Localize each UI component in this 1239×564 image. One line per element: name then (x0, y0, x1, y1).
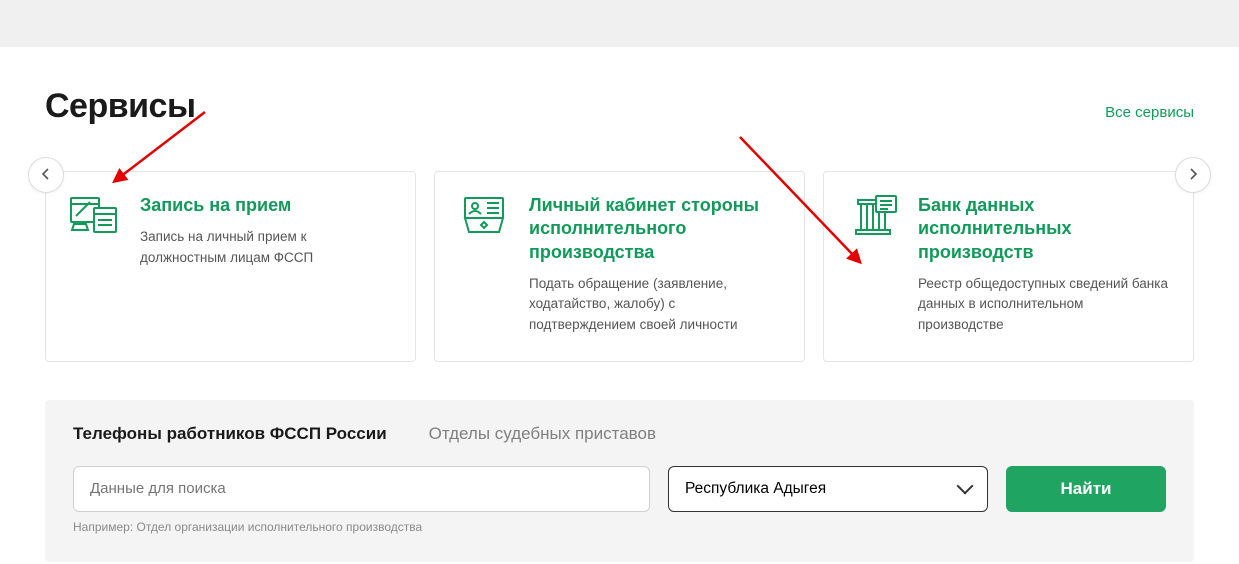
card-desc: Запись на личный прием к должностным лиц… (140, 227, 393, 268)
search-panel: Телефоны работников ФССП России Отделы с… (45, 400, 1194, 562)
chevron-right-icon (1189, 167, 1197, 183)
cabinet-icon (457, 194, 511, 236)
card-title: Банк данных исполнительных производств (918, 194, 1171, 264)
services-header: Сервисы Все сервисы (45, 87, 1194, 126)
service-card-databank[interactable]: Банк данных исполнительных производств Р… (823, 171, 1194, 362)
tab-departments[interactable]: Отделы судебных приставов (429, 424, 656, 444)
card-desc: Реестр общедоступных сведений банка данн… (918, 274, 1171, 335)
carousel-prev-button[interactable] (28, 157, 64, 193)
service-card-cabinet[interactable]: Личный кабинет стороны исполнительного п… (434, 171, 805, 362)
region-select[interactable]: Республика Адыгея (668, 466, 988, 512)
all-services-link[interactable]: Все сервисы (1105, 104, 1194, 121)
card-title: Личный кабинет стороны исполнительного п… (529, 194, 782, 264)
search-input[interactable] (73, 466, 650, 512)
chevron-left-icon (42, 167, 50, 183)
card-title: Запись на прием (140, 194, 393, 217)
databank-icon (846, 194, 900, 236)
cards-carousel: Запись на прием Запись на личный прием к… (45, 171, 1194, 362)
service-card-appointment[interactable]: Запись на прием Запись на личный прием к… (45, 171, 416, 362)
tab-phones[interactable]: Телефоны работников ФССП России (73, 424, 387, 444)
carousel-next-button[interactable] (1175, 157, 1211, 193)
card-desc: Подать обращение (заявление, ходатайство… (529, 274, 782, 335)
search-button[interactable]: Найти (1006, 466, 1166, 512)
appointment-icon (68, 194, 122, 236)
section-title: Сервисы (45, 87, 195, 126)
search-hint: Например: Отдел организации исполнительн… (73, 520, 1166, 534)
top-band (0, 0, 1239, 47)
region-select-value: Республика Адыгея (685, 480, 826, 498)
